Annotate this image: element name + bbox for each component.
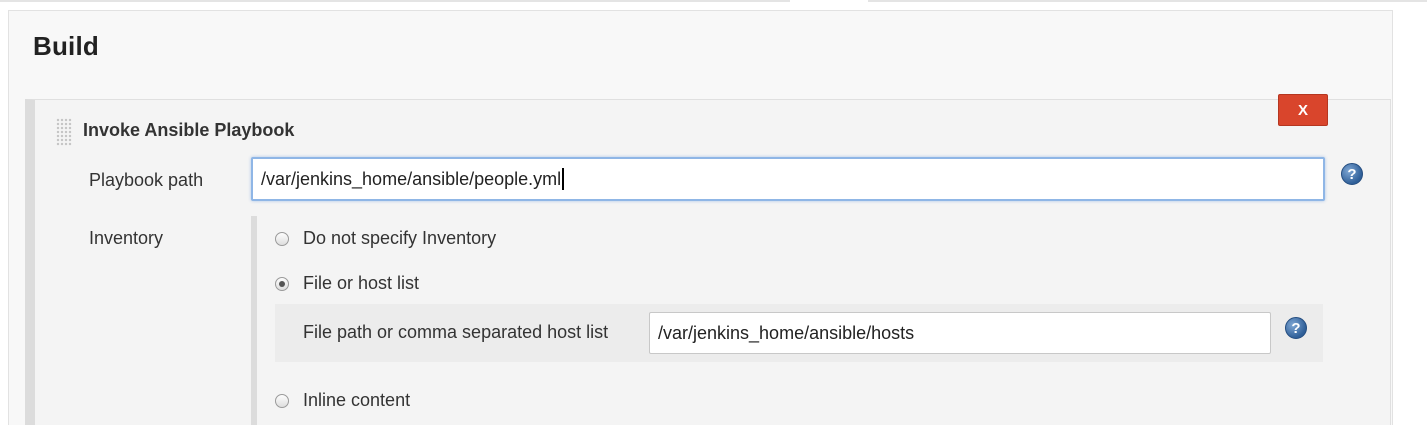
inventory-option-none[interactable]: Do not specify Inventory (275, 228, 496, 249)
radio-button-checked[interactable] (275, 276, 289, 291)
radio-label: Do not specify Inventory (303, 228, 497, 248)
playbook-path-input[interactable]: /var/jenkins_home/ansible/people.yml (251, 157, 1325, 201)
help-icon[interactable]: ? (1285, 317, 1307, 339)
inventory-options: Do not specify Inventory File or host li… (251, 216, 1327, 425)
file-path-value: /var/jenkins_home/ansible/hosts (658, 322, 915, 343)
file-path-input[interactable]: /var/jenkins_home/ansible/hosts (649, 312, 1271, 354)
build-step-ansible: Invoke Ansible Playbook X Playbook path … (25, 94, 1391, 425)
file-path-label: File path or comma separated host list (303, 322, 609, 342)
build-section: Build Invoke Ansible Playbook X Playbook… (8, 10, 1393, 425)
playbook-path-value: /var/jenkins_home/ansible/people.yml (261, 168, 562, 189)
radio-button[interactable] (275, 393, 289, 408)
file-path-panel: File path or comma separated host list /… (275, 304, 1323, 362)
top-tabs-divider (0, 0, 1427, 2)
section-title: Build (33, 31, 99, 61)
radio-label: File or host list (303, 273, 420, 293)
step-title: Invoke Ansible Playbook (83, 120, 295, 140)
radio-button[interactable] (275, 231, 289, 246)
inventory-label: Inventory (89, 228, 164, 248)
radio-label: Inline content (303, 390, 411, 410)
help-icon[interactable]: ? (1341, 163, 1363, 185)
active-tab-indicator (790, 0, 868, 2)
jenkins-config-page: Build Invoke Ansible Playbook X Playbook… (0, 0, 1427, 425)
inventory-option-file[interactable]: File or host list (275, 273, 419, 294)
inventory-option-inline[interactable]: Inline content (275, 390, 410, 411)
playbook-path-label: Playbook path (89, 170, 204, 190)
text-caret (562, 168, 565, 190)
drag-handle-icon[interactable] (56, 118, 72, 146)
delete-step-button[interactable]: X (1278, 94, 1328, 126)
